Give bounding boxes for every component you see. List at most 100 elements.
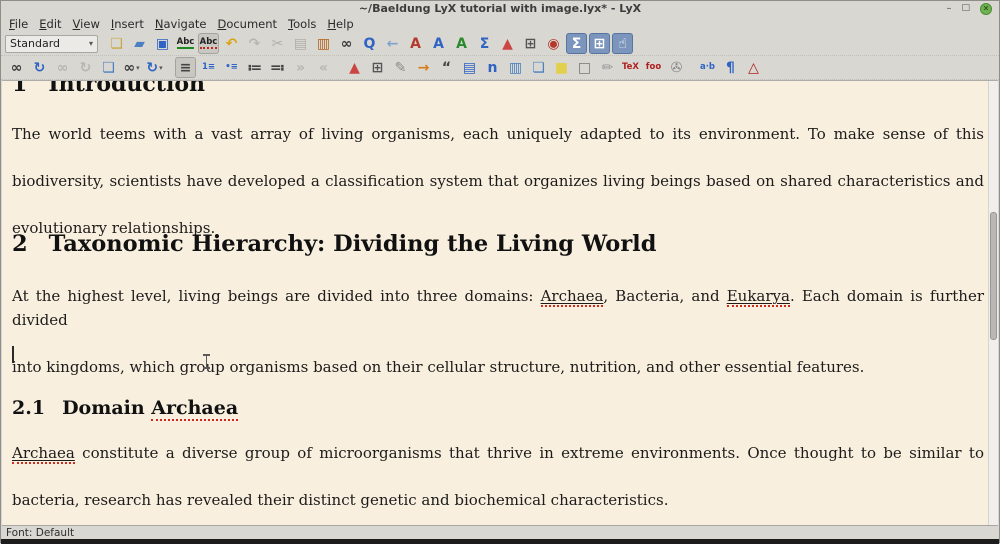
paragraph-style-selector[interactable]: Standard ▾ (5, 34, 98, 53)
outline-navigator-icon[interactable]: ◉ (543, 33, 564, 54)
chevron-down-icon: ▾ (88, 39, 93, 48)
misspelled-word: Eukarya (726, 287, 790, 307)
toolbar-separator (688, 67, 696, 68)
section-number: 2 (12, 231, 28, 257)
toggle-math-toolbar-icon[interactable]: Σ (566, 33, 587, 54)
maximize-icon[interactable]: □ (961, 4, 970, 13)
misspelled-word: Archaea (12, 444, 75, 464)
text-cursor (12, 346, 14, 363)
open-document-icon[interactable]: ▰ (129, 33, 150, 54)
insert-index-icon[interactable]: ▤ (459, 57, 480, 78)
toggle-table-toolbar-icon[interactable]: ⊞ (589, 33, 610, 54)
insert-cross-reference-icon[interactable]: → (413, 57, 434, 78)
menubar: File Edit View Insert Navigate Document Tools H… (1, 16, 999, 32)
titlebar[interactable]: ~/Baeldung LyX tutorial with image.lyx* … (1, 1, 999, 16)
window-controls: – □ ✕ (946, 1, 992, 16)
section-title: Introduction (48, 80, 205, 97)
insert-marginalnote-icon[interactable]: ▥ (505, 57, 526, 78)
paragraph-settings-icon[interactable]: ¶ (720, 57, 741, 78)
section-heading-2: 2 Taxonomic Hierarchy: Dividing the Livin… (12, 231, 984, 257)
paragraph-style-icon[interactable]: ≡ (175, 57, 196, 78)
search-icon[interactable]: Q (359, 33, 380, 54)
menu-item-help[interactable]: Help (327, 17, 353, 31)
insert-footnote-icon[interactable]: n (482, 57, 503, 78)
close-icon[interactable]: ✕ (980, 2, 992, 15)
update-other-formats-icon[interactable]: ↻ ▾ (144, 57, 165, 78)
text-line: into kingdoms, which group organisms bas… (12, 357, 865, 376)
menu-item-navigate[interactable]: Navigate (155, 17, 207, 31)
lyx-window: ~/Baeldung LyX tutorial with image.lyx* … (0, 0, 1000, 544)
document-canvas[interactable]: 1 Introduction The world teems with a vas… (2, 80, 998, 525)
menu-item-view[interactable]: View (73, 17, 100, 31)
increase-depth-icon[interactable]: » (290, 57, 311, 78)
copy-icon[interactable]: ▤ (290, 33, 311, 54)
insert-math-icon[interactable]: Σ (474, 33, 495, 54)
cut-icon[interactable]: ✂ (267, 33, 288, 54)
include-file-icon[interactable]: ✇ (666, 57, 687, 78)
menu-item-document[interactable]: Document (217, 17, 277, 31)
subsection-title: Domain Archaea (62, 397, 239, 421)
scrollbar-thumb[interactable] (990, 212, 997, 340)
view-icon[interactable]: ∞ (6, 57, 27, 78)
thesaurus-icon[interactable]: △ (743, 57, 764, 78)
view-master-icon[interactable]: ∞ (52, 57, 73, 78)
redo-icon[interactable]: ↷ (244, 33, 265, 54)
update-icon[interactable]: ↻ (29, 57, 50, 78)
view-source-icon[interactable]: ❏ (98, 57, 119, 78)
insert-citation-icon[interactable]: “ (436, 57, 457, 78)
toggle-review-toolbar-icon[interactable]: ☝ (612, 33, 633, 54)
back-icon[interactable]: ← (382, 33, 403, 54)
insert-tex-icon[interactable]: TeX (620, 57, 641, 78)
menu-item-insert[interactable]: Insert (111, 17, 144, 31)
paste-icon[interactable]: ▥ (313, 33, 334, 54)
emphasis-icon[interactable]: A (405, 33, 426, 54)
menu-item-edit[interactable]: Edit (39, 17, 61, 31)
text-line: biodiversity, scientists have developed … (12, 172, 984, 190)
continuous-spellcheck-icon[interactable]: Abc (198, 33, 219, 54)
paragraph-style-value: Standard (10, 37, 61, 50)
new-document-icon[interactable]: ❏ (106, 33, 127, 54)
misspelled-word: Archaea (151, 397, 239, 421)
text-line: Archaea constitute a diverse group of mi… (12, 444, 984, 464)
toolbar-standard: Standard ▾ ❏ ▰ ▣ Abc Abc ↶ ↷ ✂ ▤ ▥ ∞ Q ← A A A Σ ▲ ⊞ ◉ Σ ⊞ ☝ (1, 32, 999, 56)
insert-table-icon[interactable]: ⊞ (367, 57, 388, 78)
chevron-down-icon: ▾ (159, 63, 163, 72)
insert-float-icon[interactable]: ❏ (528, 57, 549, 78)
insert-hyperlink-icon[interactable]: ✏ (597, 57, 618, 78)
text-line: bacteria, research has revealed their di… (12, 491, 669, 509)
noun-style-icon[interactable]: A (428, 33, 449, 54)
status-font-label: Font: Default (6, 526, 75, 539)
menu-item-file[interactable]: File (9, 17, 28, 31)
insert-label-icon[interactable]: ✎ (390, 57, 411, 78)
minimize-icon[interactable]: – (946, 3, 951, 14)
insert-note-icon[interactable]: ■ (551, 57, 572, 78)
bottom-edge (1, 539, 999, 544)
toolbar-standard-icons: ❏ ▰ ▣ Abc Abc ↶ ↷ ✂ ▤ ▥ ∞ Q ← A A A Σ ▲ ⊞ ◉ Σ ⊞ ☝ (105, 33, 634, 54)
bullet-list-icon[interactable]: •≡ (221, 57, 242, 78)
view-other-formats-icon[interactable]: ∞ ▾ (121, 57, 142, 78)
insert-box-icon[interactable]: □ (574, 57, 595, 78)
character-style-icon[interactable]: a·b (697, 57, 718, 78)
apply-style-icon[interactable]: A (451, 33, 472, 54)
section-number: 1 (12, 80, 28, 97)
description-list-icon[interactable]: ≔ (244, 57, 265, 78)
spellcheck-icon[interactable]: Abc (175, 33, 196, 54)
insert-listing-icon[interactable]: foo (643, 57, 664, 78)
find-replace-icon[interactable]: ∞ (336, 33, 357, 54)
insert-graphics-icon[interactable]: ▲ (497, 33, 518, 54)
undo-icon[interactable]: ↶ (221, 33, 242, 54)
numbered-list-icon[interactable]: 1≡ (198, 57, 219, 78)
section-title: Taxonomic Hierarchy: Dividing the Living… (48, 231, 657, 257)
save-document-icon[interactable]: ▣ (152, 33, 173, 54)
update-master-icon[interactable]: ↻ (75, 57, 96, 78)
window-title: ~/Baeldung LyX tutorial with image.lyx* … (358, 2, 642, 15)
insert-graphics-icon[interactable]: ▲ (344, 57, 365, 78)
labeling-list-icon[interactable]: ≕ (267, 57, 288, 78)
vertical-scrollbar[interactable] (988, 81, 998, 525)
menu-item-tools[interactable]: Tools (288, 17, 316, 31)
section-heading-1: 1 Introduction (12, 80, 984, 97)
insert-table-icon[interactable]: ⊞ (520, 33, 541, 54)
status-bar: Font: Default (2, 525, 998, 539)
decrease-depth-icon[interactable]: « (313, 57, 334, 78)
subsection-number: 2.1 (12, 397, 46, 419)
